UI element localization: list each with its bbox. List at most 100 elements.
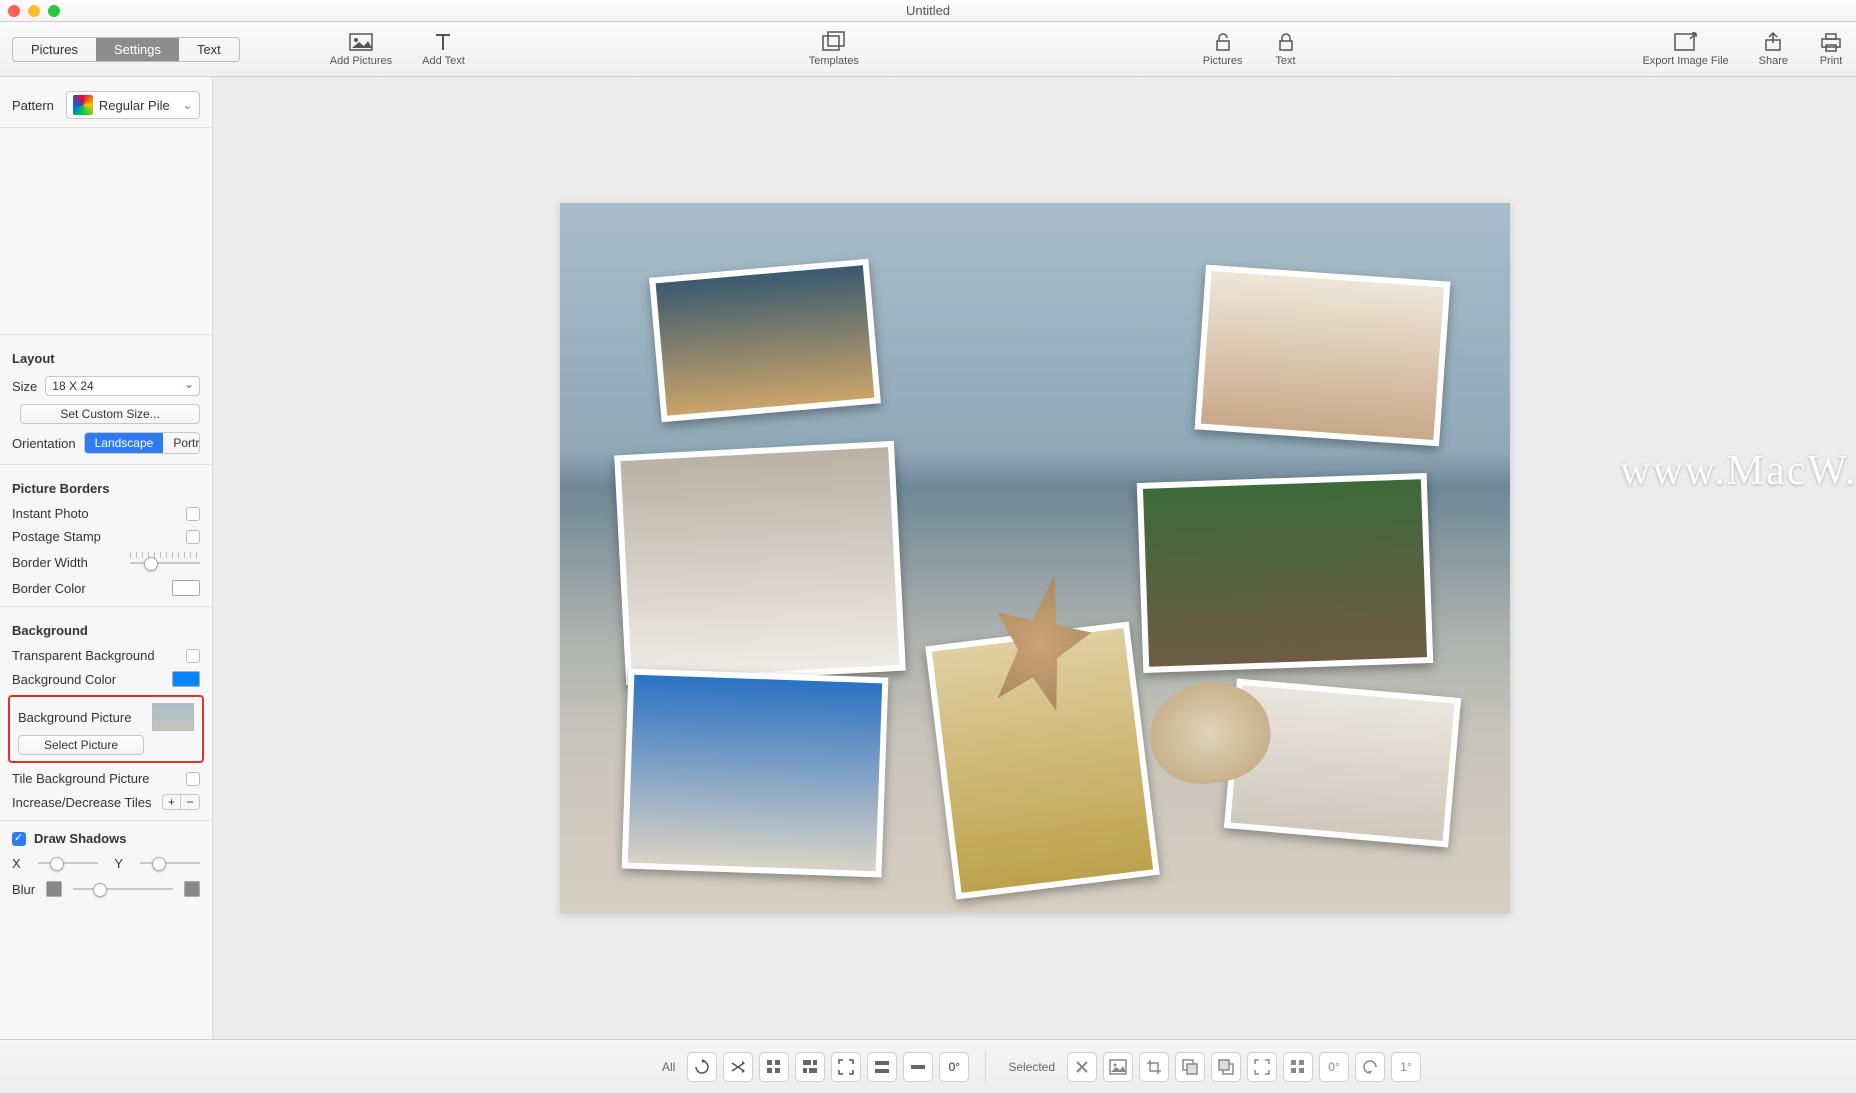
size-label: Size <box>12 379 37 394</box>
tile-bg-checkbox[interactable] <box>186 772 200 786</box>
shadow-x-slider[interactable] <box>38 854 98 872</box>
minimize-icon[interactable] <box>28 5 40 17</box>
print-button[interactable]: Print <box>1818 31 1844 67</box>
canvas-area: www.MacW.com <box>213 77 1856 1039</box>
rotate-zero-sel-button[interactable]: 0° <box>1319 1052 1349 1082</box>
rotate-zero-button[interactable]: 0° <box>939 1052 969 1082</box>
add-pictures-button[interactable]: Add Pictures <box>330 31 392 67</box>
templates-icon <box>821 31 847 53</box>
pattern-preview <box>0 128 212 328</box>
tab-text[interactable]: Text <box>179 38 239 61</box>
bg-picture-highlight: Background Picture Select Picture <box>8 695 204 763</box>
rotate-ccw-button[interactable] <box>1355 1052 1385 1082</box>
shadow-blur-slider[interactable] <box>73 880 173 898</box>
add-text-button[interactable]: Add Text <box>422 31 465 67</box>
window-title: Untitled <box>906 3 950 18</box>
shadow-color-well[interactable] <box>46 881 62 897</box>
tab-pictures[interactable]: Pictures <box>13 38 96 61</box>
close-icon[interactable] <box>8 5 20 17</box>
transparent-bg-checkbox[interactable] <box>186 649 200 663</box>
window-controls <box>8 5 60 17</box>
collage-canvas[interactable] <box>560 203 1510 913</box>
shadows-heading: Draw Shadows <box>34 831 200 846</box>
toolbar: Pictures Settings Text Add Pictures Add … <box>0 22 1856 77</box>
lock-pictures-label: Pictures <box>1203 55 1243 67</box>
image-button[interactable] <box>1103 1052 1133 1082</box>
rotate-one-button[interactable]: 1° <box>1391 1052 1421 1082</box>
tab-settings[interactable]: Settings <box>96 38 179 61</box>
instant-photo-label: Instant Photo <box>12 506 89 521</box>
export-icon <box>1673 31 1699 53</box>
collage-photo[interactable] <box>614 441 906 685</box>
shadow-x-label: X <box>12 856 21 871</box>
background-heading: Background <box>0 613 212 644</box>
collage-photo[interactable] <box>649 259 881 423</box>
pattern-select[interactable]: Regular Pile ⌄ <box>66 91 200 119</box>
shadow-color-well-2[interactable] <box>184 881 200 897</box>
grid-snap-button[interactable] <box>1283 1052 1313 1082</box>
postage-stamp-checkbox[interactable] <box>186 530 200 544</box>
maximize-icon[interactable] <box>48 5 60 17</box>
postage-stamp-label: Postage Stamp <box>12 529 101 544</box>
tiles-label: Increase/Decrease Tiles <box>12 795 151 810</box>
grid-large-button[interactable] <box>795 1052 825 1082</box>
fit-selected-button[interactable] <box>1247 1052 1277 1082</box>
share-icon <box>1760 31 1786 53</box>
tiles-stepper[interactable]: +− <box>162 794 200 810</box>
watermark-text: www.MacW.com <box>1620 447 1856 495</box>
shuffle-button[interactable] <box>723 1052 753 1082</box>
size-select[interactable]: 18 X 24 <box>45 376 200 396</box>
main-area: Pattern Regular Pile ⌄ Layout Size 18 X … <box>0 77 1856 1039</box>
send-back-button[interactable] <box>1175 1052 1205 1082</box>
custom-size-button[interactable]: Set Custom Size... <box>20 404 200 424</box>
landscape-button[interactable]: Landscape <box>85 433 164 453</box>
shadow-blur-label: Blur <box>12 882 35 897</box>
export-image-button[interactable]: Export Image File <box>1642 31 1728 67</box>
lock-text-label: Text <box>1275 55 1295 67</box>
picture-icon <box>348 31 374 53</box>
border-width-slider[interactable] <box>130 554 200 572</box>
bg-color-well[interactable] <box>172 671 200 687</box>
draw-shadows-checkbox[interactable] <box>12 832 26 846</box>
lock-pictures-button[interactable]: Pictures <box>1203 31 1243 67</box>
collage-photo[interactable] <box>1194 265 1450 447</box>
align-rows-button[interactable] <box>867 1052 897 1082</box>
refresh-button[interactable] <box>687 1052 717 1082</box>
lock-text-button[interactable]: Text <box>1273 31 1299 67</box>
selected-label: Selected <box>1008 1060 1055 1074</box>
portrait-button[interactable]: Portrait <box>163 433 200 453</box>
lock-open-icon <box>1210 31 1236 53</box>
border-color-well[interactable] <box>172 580 200 596</box>
print-label: Print <box>1820 55 1843 67</box>
delete-button[interactable] <box>1067 1052 1097 1082</box>
borders-heading: Picture Borders <box>0 471 212 502</box>
bg-color-label: Background Color <box>12 672 116 687</box>
all-label: All <box>662 1060 675 1074</box>
align-single-button[interactable] <box>903 1052 933 1082</box>
border-color-label: Border Color <box>12 581 86 596</box>
pattern-icon <box>73 95 93 115</box>
share-button[interactable]: Share <box>1759 31 1788 67</box>
add-pictures-label: Add Pictures <box>330 55 392 67</box>
templates-label: Templates <box>809 55 859 67</box>
bottombar: All 0° Selected 0° 1° <box>0 1039 1856 1093</box>
settings-sidebar: Pattern Regular Pile ⌄ Layout Size 18 X … <box>0 77 213 1039</box>
instant-photo-checkbox[interactable] <box>186 507 200 521</box>
printer-icon <box>1818 31 1844 53</box>
layout-heading: Layout <box>0 341 212 372</box>
fit-button[interactable] <box>831 1052 861 1082</box>
select-picture-button[interactable]: Select Picture <box>18 735 144 755</box>
collage-photo[interactable] <box>1136 473 1432 673</box>
pattern-value: Regular Pile <box>99 98 170 113</box>
sidebar-tabs: Pictures Settings Text <box>12 37 240 62</box>
share-label: Share <box>1759 55 1788 67</box>
bring-front-button[interactable] <box>1211 1052 1241 1082</box>
shadow-y-label: Y <box>114 856 123 871</box>
tile-bg-label: Tile Background Picture <box>12 771 150 786</box>
bg-picture-thumb[interactable] <box>152 703 194 731</box>
grid-small-button[interactable] <box>759 1052 789 1082</box>
templates-button[interactable]: Templates <box>809 31 859 67</box>
crop-button[interactable] <box>1139 1052 1169 1082</box>
collage-photo[interactable] <box>621 669 888 878</box>
shadow-y-slider[interactable] <box>140 854 200 872</box>
